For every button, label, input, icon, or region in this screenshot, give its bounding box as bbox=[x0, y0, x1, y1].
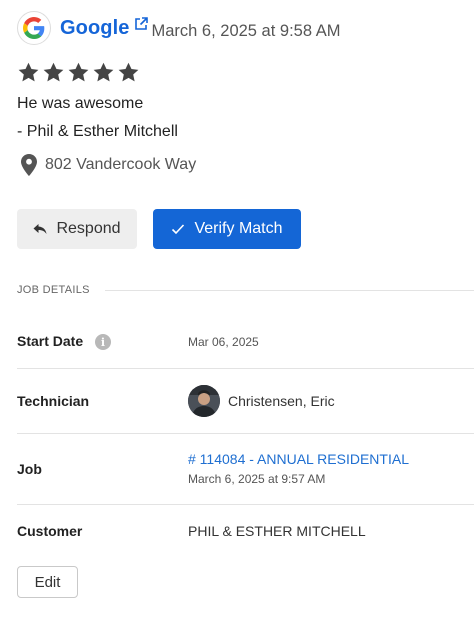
external-link-icon[interactable] bbox=[134, 17, 148, 31]
job-label: Job bbox=[17, 461, 42, 477]
review-text: He was awesome bbox=[17, 95, 144, 112]
customer-label: Customer bbox=[17, 523, 83, 539]
review-date: March 6, 2025 at 9:58 AM bbox=[151, 21, 341, 40]
review-header: Google March 6, 2025 at 9:58 AM bbox=[17, 11, 340, 45]
star-icon bbox=[18, 62, 39, 82]
job-date: March 6, 2025 at 9:57 AM bbox=[188, 472, 326, 486]
row-divider bbox=[17, 368, 474, 369]
star-icon bbox=[43, 62, 64, 82]
verify-match-label: Verify Match bbox=[194, 220, 283, 237]
job-details-heading: JOB DETAILS bbox=[17, 284, 90, 296]
respond-label: Respond bbox=[56, 220, 121, 237]
technician-name: Christensen, Eric bbox=[228, 393, 335, 409]
reviewer-name: - Phil & Esther Mitchell bbox=[17, 123, 178, 140]
star-icon bbox=[93, 62, 114, 82]
edit-button[interactable]: Edit bbox=[17, 566, 78, 598]
job-link[interactable]: # 114084 - ANNUAL RESIDENTIAL bbox=[188, 451, 409, 467]
info-icon[interactable]: i bbox=[95, 334, 111, 350]
start-date-label: Start Date bbox=[17, 333, 84, 349]
map-pin-icon bbox=[21, 154, 37, 176]
address-text: 802 Vandercook Way bbox=[45, 156, 197, 173]
google-logo-icon bbox=[17, 11, 51, 45]
source-name-link[interactable]: Google bbox=[60, 17, 130, 40]
verify-match-button[interactable]: Verify Match bbox=[153, 209, 301, 249]
customer-name: PHIL & ESTHER MITCHELL bbox=[188, 523, 366, 539]
technician-avatar bbox=[188, 385, 220, 417]
star-rating bbox=[17, 61, 140, 84]
section-divider bbox=[105, 290, 474, 291]
row-divider bbox=[17, 504, 474, 505]
start-date-value: Mar 06, 2025 bbox=[188, 335, 259, 349]
check-icon bbox=[172, 224, 185, 235]
review-location: 802 Vandercook Way bbox=[21, 154, 196, 176]
row-divider bbox=[17, 433, 474, 434]
respond-button[interactable]: Respond bbox=[17, 209, 137, 249]
technician-label: Technician bbox=[17, 393, 90, 409]
star-icon bbox=[68, 62, 89, 82]
reply-icon bbox=[33, 224, 47, 234]
star-icon bbox=[118, 62, 139, 82]
